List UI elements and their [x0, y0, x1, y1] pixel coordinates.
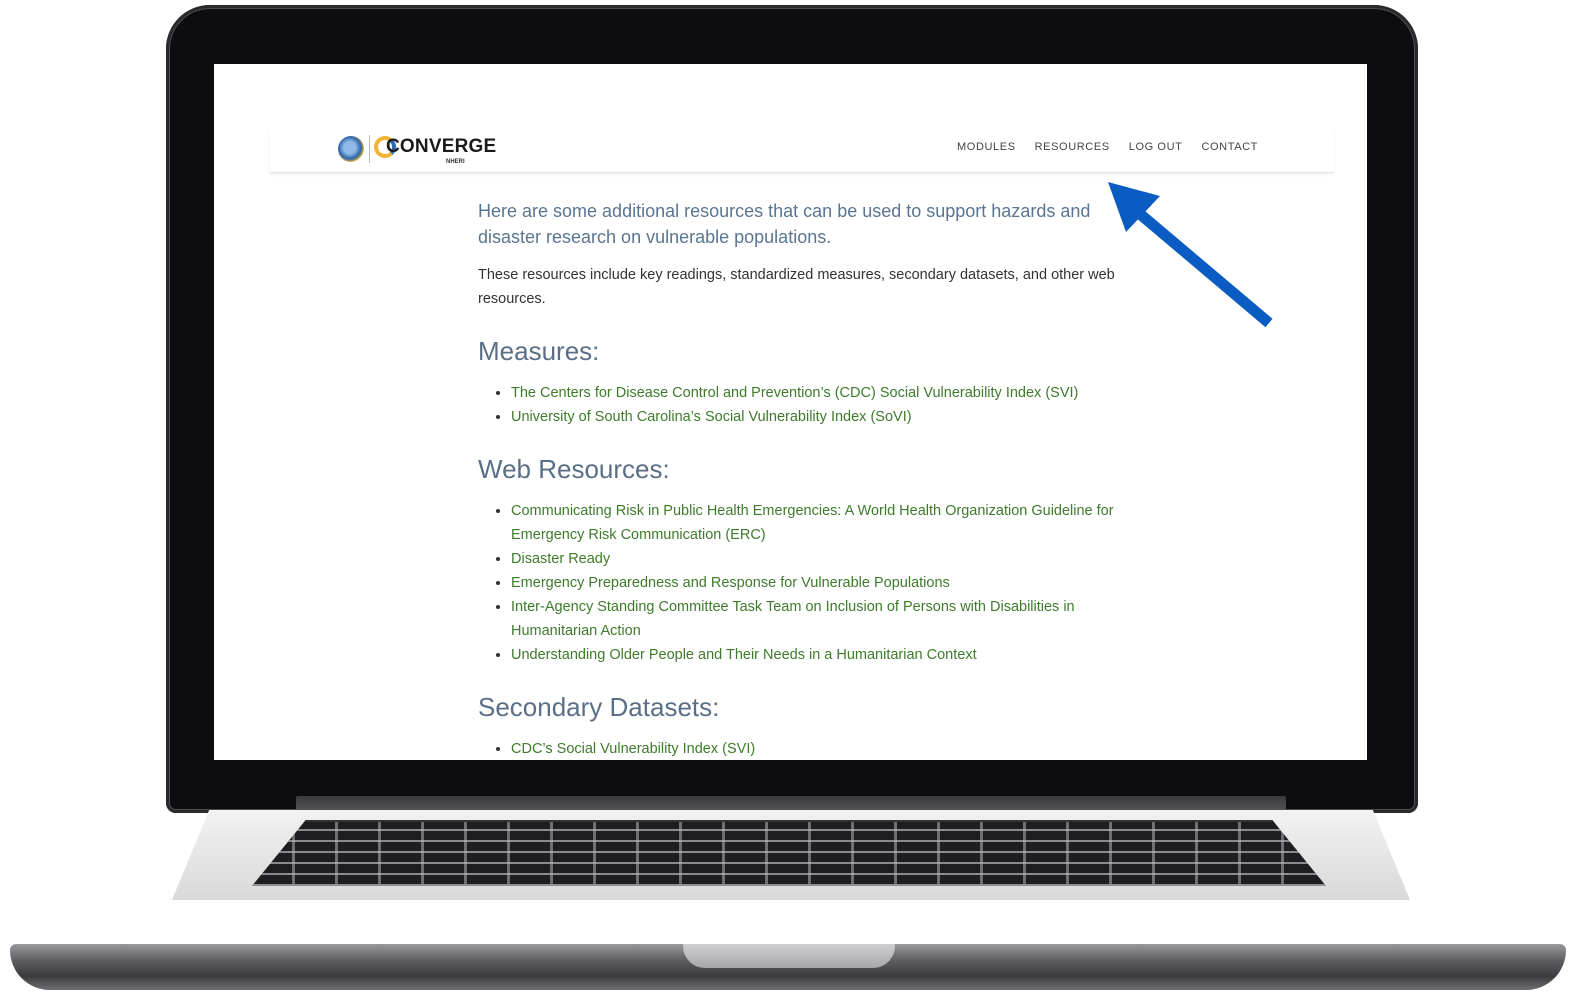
list-item: CDC’s Social Vulnerability Index (SVI) [511, 737, 1138, 760]
list-item: Communicating Risk in Public Health Emer… [511, 499, 1138, 547]
web-resources-list: Communicating Risk in Public Health Emer… [478, 499, 1138, 667]
list-item: Understanding Older People and Their Nee… [511, 643, 1138, 667]
resource-link[interactable]: University of South Carolina’s Social Vu… [511, 409, 912, 425]
website: CONVERGE NHERI MODULES RESOURCES LOG OUT… [270, 64, 1334, 760]
list-item: Disaster Ready [511, 547, 1138, 571]
resource-link[interactable]: Disaster Ready [511, 551, 610, 567]
list-item: University of South Carolina’s Social Vu… [511, 405, 1138, 429]
logo-divider [369, 135, 370, 163]
nav-log-out[interactable]: LOG OUT [1129, 141, 1183, 153]
keyboard-rows [252, 820, 1326, 886]
resource-link[interactable]: Understanding Older People and Their Nee… [511, 647, 977, 663]
laptop-notch [683, 944, 895, 968]
section-heading-secondary-datasets: Secondary Datasets: [478, 692, 720, 722]
list-item: Inter-Agency Standing Committee Task Tea… [511, 595, 1138, 643]
main-nav: MODULES RESOURCES LOG OUT CONTACT [957, 141, 1258, 153]
resource-link[interactable]: CDC’s Social Vulnerability Index (SVI) [511, 741, 755, 757]
site-logo[interactable]: CONVERGE NHERI [338, 132, 496, 168]
laptop-screen: CONVERGE NHERI MODULES RESOURCES LOG OUT… [214, 64, 1367, 760]
list-item: Emergency Preparedness and Response for … [511, 571, 1138, 595]
laptop-mockup: CONVERGE NHERI MODULES RESOURCES LOG OUT… [0, 0, 1570, 992]
nav-contact[interactable]: CONTACT [1201, 141, 1258, 153]
resource-link[interactable]: Communicating Risk in Public Health Emer… [511, 503, 1114, 543]
resource-link[interactable]: The Centers for Disease Control and Prev… [511, 385, 1078, 401]
resource-link[interactable]: Inter-Agency Standing Committee Task Tea… [511, 599, 1075, 639]
section-heading-measures: Measures: [478, 336, 600, 366]
list-item: The Centers for Disease Control and Prev… [511, 381, 1138, 405]
logo-subtext: NHERI [446, 159, 465, 165]
section-heading-web-resources: Web Resources: [478, 454, 670, 484]
site-header: CONVERGE NHERI MODULES RESOURCES LOG OUT… [270, 128, 1334, 173]
nav-modules[interactable]: MODULES [957, 141, 1016, 153]
intro-paragraph: These resources include key readings, st… [478, 267, 1115, 307]
measures-list: The Centers for Disease Control and Prev… [478, 381, 1138, 429]
main-content: Here are some additional resources that … [478, 198, 1138, 760]
secondary-datasets-list: CDC’s Social Vulnerability Index (SVI) [478, 737, 1138, 760]
logo-text: CONVERGE [386, 136, 497, 157]
nsf-logo-icon [338, 136, 364, 162]
nav-resources[interactable]: RESOURCES [1035, 141, 1110, 153]
lead-paragraph: Here are some additional resources that … [478, 201, 1091, 247]
resource-link[interactable]: Emergency Preparedness and Response for … [511, 575, 950, 591]
